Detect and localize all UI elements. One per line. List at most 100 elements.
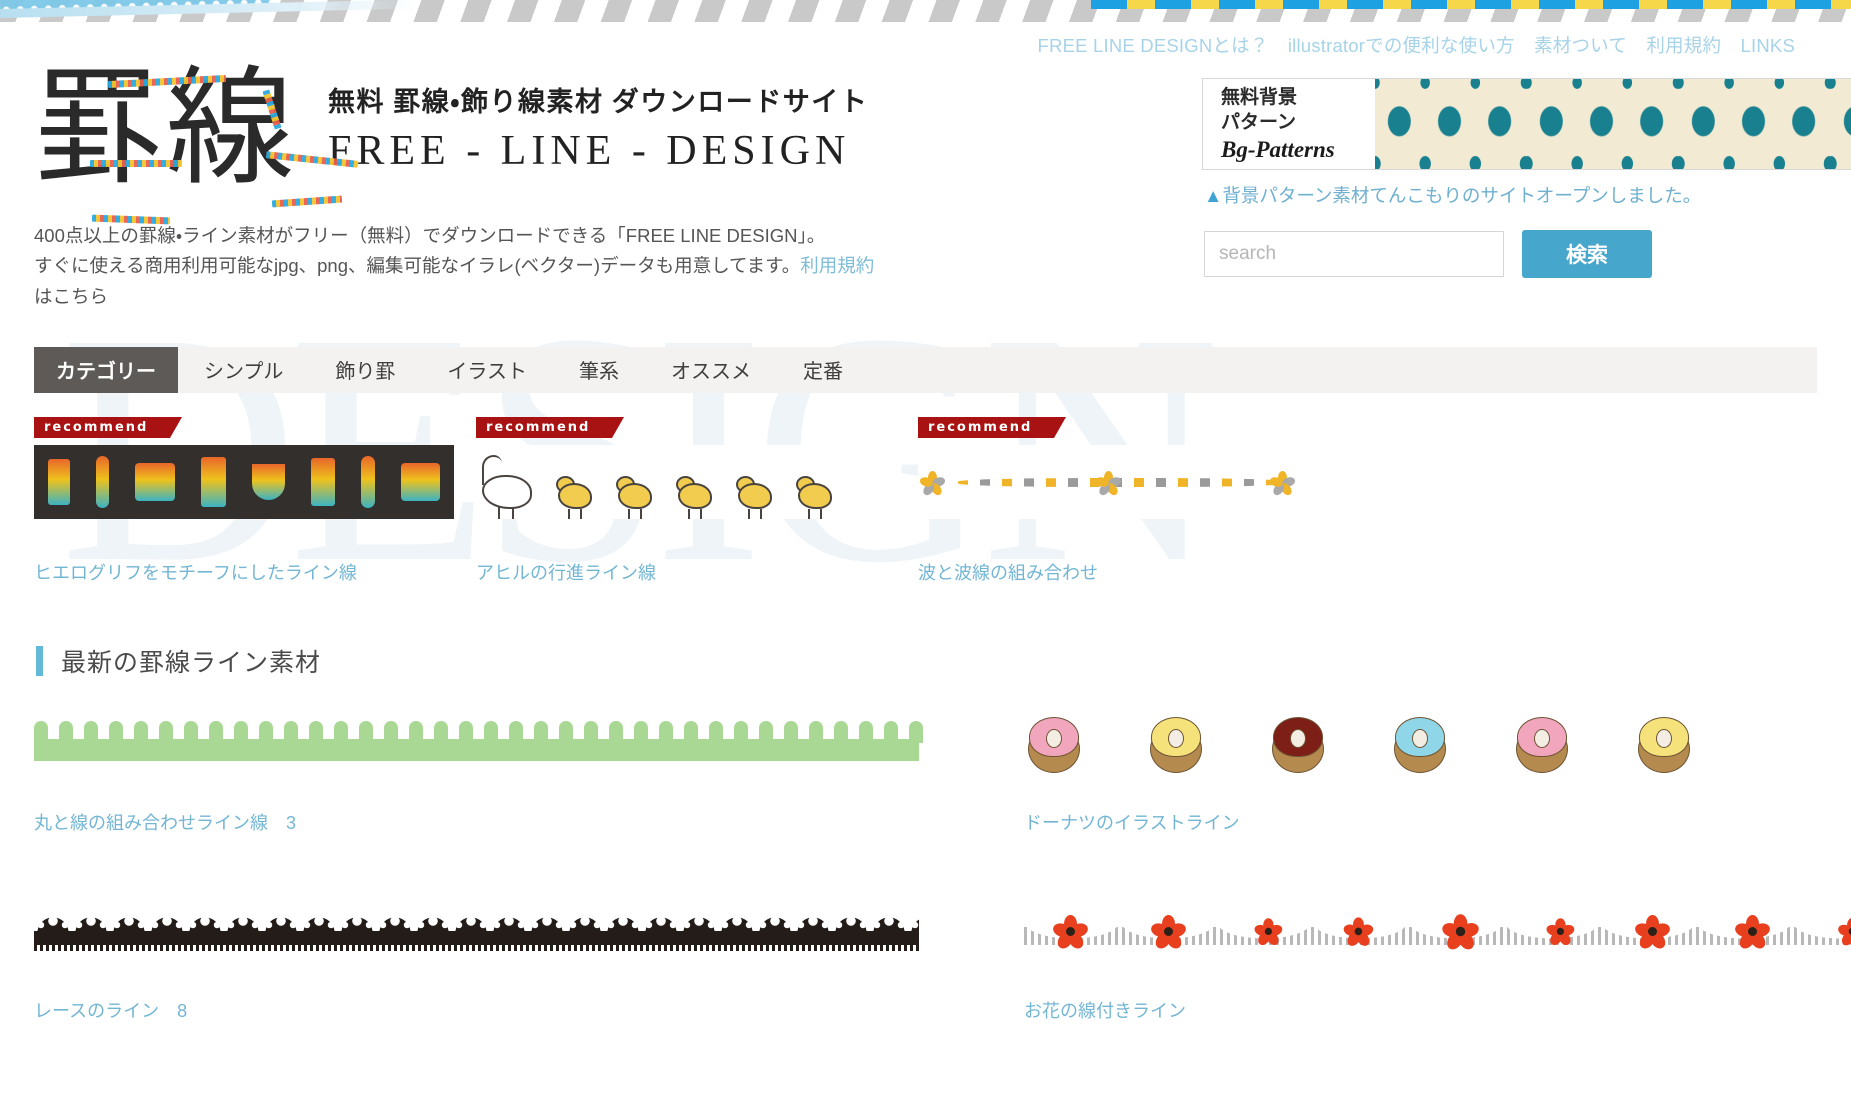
material-item[interactable]: レースのライン 8	[34, 905, 969, 1023]
thumbnail-wave-line[interactable]	[918, 444, 1338, 519]
recommend-card[interactable]: recommend アヒルの行進ライン線	[476, 416, 896, 585]
material-caption[interactable]: レースのライン 8	[34, 997, 969, 1023]
category-navigation: カテゴリー シンプル 飾り罫 イラスト 筆系 オススメ 定番	[34, 346, 1817, 393]
recommend-badge: recommend	[476, 416, 625, 438]
damask-pattern-image	[1375, 79, 1851, 169]
category-item-illustration[interactable]: イラスト	[421, 347, 553, 393]
section-accent-bar	[36, 645, 43, 676]
terms-link[interactable]: 利用規約	[800, 255, 874, 276]
site-header: 罫線 無料 罫線・飾り線素材 ダウンロードサイト FREE - LINE - D…	[0, 58, 1851, 313]
section-title: 最新の罫線ライン素材	[61, 648, 322, 677]
wave-dashes	[958, 477, 1288, 487]
hieroglyph-glyph	[135, 462, 175, 501]
donut-icon	[1638, 716, 1690, 773]
flower-line-graphic	[1024, 905, 1851, 961]
chick-illustration	[614, 473, 656, 519]
chick-illustration	[554, 473, 596, 519]
thumbnail-donut-line[interactable]	[1024, 716, 1851, 773]
hieroglyph-glyph	[95, 455, 110, 508]
green-scallop-graphic	[34, 717, 923, 769]
thumbnail-flower-line[interactable]	[1024, 905, 1851, 961]
bg-patterns-note-text: 背景パターン素材てんこもりのサイトオープンしました。	[1222, 185, 1702, 206]
chick-illustration	[674, 473, 716, 519]
donut-graphic	[1024, 716, 1851, 773]
latest-section-heading: 最新の罫線ライン素材	[36, 643, 1851, 679]
donut-icon	[1028, 716, 1080, 773]
latest-materials-grid: 丸と線の組み合わせライン線 3 ドーナツのイラストライン レースのライン 8 お…	[34, 716, 1851, 1093]
material-item[interactable]: お花の線付きライン	[1024, 905, 1851, 1023]
bg-banner-line3: Bg-Patterns	[1221, 136, 1335, 162]
blue-yellow-stripe-decoration	[1091, 0, 1851, 9]
search-input[interactable]	[1204, 231, 1504, 277]
chick-illustration	[734, 473, 776, 519]
recommend-badge: recommend	[918, 416, 1067, 438]
category-item-simple[interactable]: シンプル	[178, 347, 309, 393]
page-root: FREE LINE DESIGNとは？ illustratorでの便利な使い方 …	[0, 22, 1851, 1093]
flower-icon	[1268, 470, 1297, 497]
logo-tagline: 無料 罫線・飾り線素材 ダウンロードサイト FREE - LINE - DESI…	[328, 80, 868, 195]
bg-banner-line2: パターン	[1221, 110, 1297, 133]
tagline-english: FREE - LINE - DESIGN	[328, 127, 851, 174]
material-caption[interactable]: お花の線付きライン	[1024, 997, 1851, 1023]
lace-graphic	[34, 905, 919, 955]
category-item-recommended[interactable]: オススメ	[645, 347, 777, 393]
flower-icon	[918, 470, 947, 497]
site-description: 400点以上の罫線・ライン素材がフリー（無料）でダウンロードできる「FREE L…	[34, 221, 964, 313]
recommend-card[interactable]: recommend 波と波線の組み合わせ	[918, 416, 1338, 585]
hieroglyph-glyph	[400, 462, 440, 501]
top-navigation: FREE LINE DESIGNとは？ illustratorでの便利な使い方 …	[0, 22, 1851, 58]
topnav-link-links[interactable]: LINKS	[1741, 35, 1795, 56]
hieroglyph-glyph	[311, 457, 335, 506]
category-item-standard[interactable]: 定番	[777, 347, 869, 393]
thumbnail-duck-parade-line[interactable]	[476, 444, 896, 519]
recommend-card[interactable]: recommend ヒエログリフをモチーフにしたライン線	[34, 416, 454, 585]
site-description-line3: はこちら	[34, 285, 109, 307]
goose-illustration	[478, 453, 536, 519]
recommend-badge: recommend	[34, 416, 183, 438]
recommend-caption[interactable]: 波と波線の組み合わせ	[918, 559, 1338, 585]
material-caption[interactable]: ドーナツのイラストライン	[1024, 809, 1851, 835]
recommend-row: recommend ヒエログリフをモチーフにしたライン線 recommend ア…	[34, 416, 1817, 585]
material-item[interactable]: ドーナツのイラストライン	[1024, 716, 1851, 835]
header-right: 無料背景 パターン Bg-Patterns ▲背景パターン素材てんこもりのサイト…	[1194, 64, 1851, 278]
material-caption[interactable]: 丸と線の組み合わせライン線 3	[34, 809, 969, 835]
bg-patterns-banner-label: 無料背景 パターン Bg-Patterns	[1203, 79, 1375, 169]
donut-icon	[1272, 716, 1324, 773]
hieroglyph-glyph	[200, 456, 227, 507]
bg-banner-line1: 無料背景	[1221, 86, 1298, 109]
category-item-brush[interactable]: 筆系	[553, 347, 645, 393]
logo-tape-decoration	[90, 160, 182, 167]
search-button[interactable]: 検索	[1522, 230, 1652, 278]
site-description-line1: 400点以上の罫線・ライン素材がフリー（無料）でダウンロードできる「FREE L…	[34, 224, 826, 246]
topnav-link-terms[interactable]: 利用規約	[1646, 35, 1721, 56]
hieroglyph-glyph	[361, 455, 375, 508]
flower-icon	[1094, 470, 1123, 497]
category-item-decorative[interactable]: 飾り罫	[309, 347, 421, 393]
donut-icon	[1516, 716, 1568, 773]
search-form: 検索	[1204, 230, 1851, 278]
tagline-japanese: 無料 罫線・飾り線素材 ダウンロードサイト	[328, 86, 869, 117]
material-item[interactable]: 丸と線の組み合わせライン線 3	[34, 717, 969, 835]
topnav-link-materials[interactable]: 素材ついて	[1534, 35, 1627, 56]
donut-icon	[1394, 716, 1446, 773]
hieroglyph-glyph	[48, 458, 70, 505]
donut-icon	[1150, 716, 1202, 773]
logo-row[interactable]: 罫線 無料 罫線・飾り線素材 ダウンロードサイト FREE - LINE - D…	[34, 64, 1194, 225]
bg-patterns-note[interactable]: ▲背景パターン素材てんこもりのサイトオープンしました。	[1204, 182, 1851, 208]
thumbnail-green-scallop-line[interactable]	[34, 717, 969, 773]
site-logo[interactable]: 罫線	[34, 64, 359, 225]
category-nav-label[interactable]: カテゴリー	[34, 346, 178, 393]
thumbnail-hieroglyph-line[interactable]	[34, 444, 454, 519]
site-description-line2: すぐに使える商用利用可能なjpg、png、編集可能なイラレ(ベクター)データも用…	[34, 255, 801, 277]
chick-illustration	[794, 473, 836, 519]
decorative-top-stripe	[0, 0, 1851, 22]
triangle-up-icon: ▲	[1204, 185, 1223, 206]
topnav-link-illustrator[interactable]: illustratorでの便利な使い方	[1288, 35, 1515, 56]
topnav-link-about[interactable]: FREE LINE DESIGNとは？	[1038, 35, 1269, 56]
bg-patterns-banner[interactable]: 無料背景 パターン Bg-Patterns	[1202, 78, 1851, 170]
header-left: 罫線 無料 罫線・飾り線素材 ダウンロードサイト FREE - LINE - D…	[34, 64, 1194, 313]
thumbnail-lace-line[interactable]	[34, 905, 969, 961]
recommend-caption[interactable]: ヒエログリフをモチーフにしたライン線	[34, 559, 454, 585]
hieroglyph-glyph	[252, 463, 286, 500]
recommend-caption[interactable]: アヒルの行進ライン線	[476, 559, 896, 585]
